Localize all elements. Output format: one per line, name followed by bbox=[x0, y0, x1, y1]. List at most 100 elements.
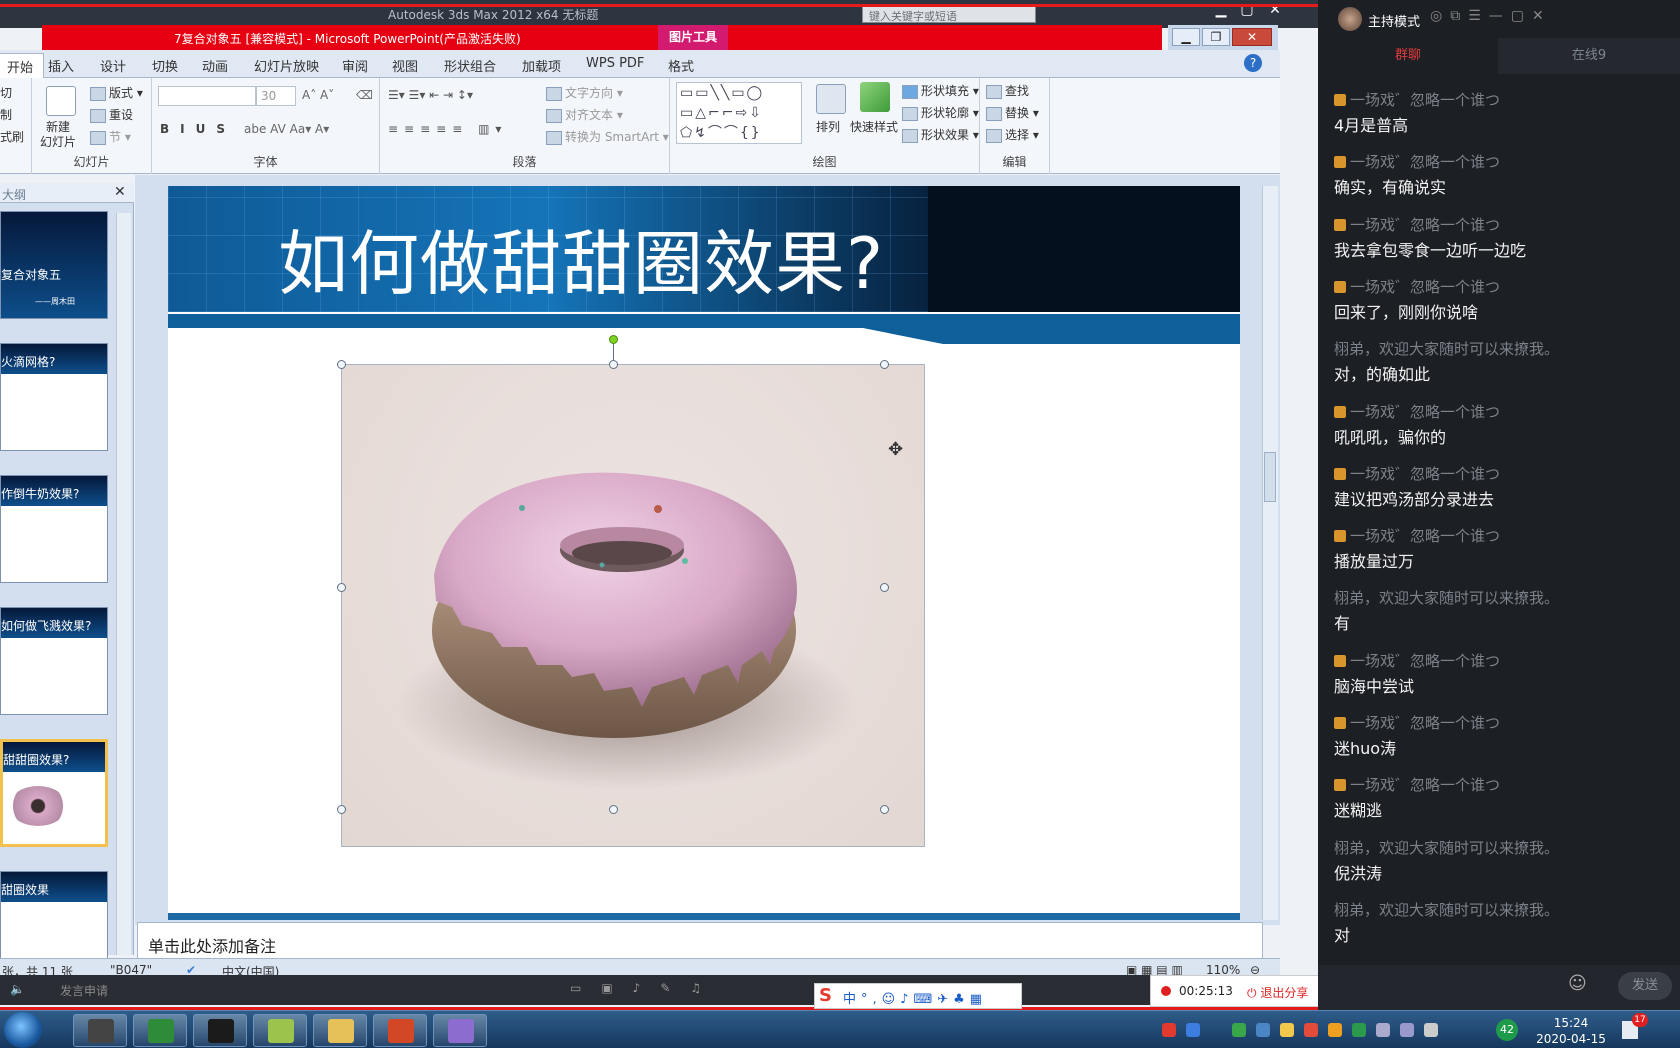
taskbar-excel[interactable] bbox=[133, 1014, 187, 1047]
tab-online[interactable]: 在线9 bbox=[1498, 38, 1680, 74]
align-text-button[interactable]: 对齐文本 ▾ bbox=[546, 106, 623, 123]
tray-network-icon[interactable] bbox=[1400, 1023, 1414, 1037]
tray-qq-icon[interactable] bbox=[1280, 1023, 1294, 1037]
replace-button[interactable]: 替换 ▾ bbox=[986, 104, 1039, 121]
tray-sogou-icon[interactable] bbox=[1162, 1023, 1176, 1037]
tab-3[interactable]: 切换 bbox=[152, 56, 178, 75]
taskbar-explorer[interactable] bbox=[313, 1014, 367, 1047]
taskbar-app[interactable] bbox=[73, 1014, 127, 1047]
resize-handle[interactable] bbox=[337, 805, 346, 814]
slide-scrollbar-thumb[interactable] bbox=[1264, 452, 1276, 502]
resize-handle[interactable] bbox=[337, 360, 346, 369]
exit-share-button[interactable]: ⏻ 退出分享 bbox=[1247, 984, 1308, 1001]
shape-effects-button[interactable]: 形状效果 ▾ bbox=[902, 126, 979, 143]
select-button[interactable]: 选择 ▾ bbox=[986, 126, 1039, 143]
new-slide-button[interactable]: 新建 幻灯片 bbox=[40, 120, 76, 150]
tab-10[interactable]: WPS PDF bbox=[586, 56, 644, 71]
slide-title[interactable]: 如何做甜甜圈效果? bbox=[278, 208, 884, 309]
taskbar-app[interactable] bbox=[253, 1014, 307, 1047]
notes-pane[interactable]: 单击此处添加备注 bbox=[137, 922, 1263, 962]
resize-handle[interactable] bbox=[609, 805, 618, 814]
ime-icons[interactable]: 中°,☺♪⌨✈♣▦ bbox=[843, 988, 987, 1007]
font-style-buttons[interactable]: BIUS bbox=[160, 122, 236, 136]
taskbar-app[interactable] bbox=[433, 1014, 487, 1047]
tab-0[interactable]: 开始 bbox=[0, 53, 45, 78]
quick-styles-icon[interactable] bbox=[860, 82, 890, 112]
tray-shield-icon[interactable] bbox=[1352, 1023, 1366, 1037]
3dsmax-search-input[interactable]: 键入关键字或短语 bbox=[862, 6, 1036, 23]
clock[interactable]: 15:24 2020-04-15 bbox=[1534, 1015, 1608, 1047]
alignment-icons[interactable]: ≡≡≡≡≡ ▥▾ bbox=[388, 122, 507, 136]
quick-styles-button[interactable]: 快速样式 bbox=[850, 118, 898, 135]
resize-handle[interactable] bbox=[609, 360, 618, 369]
resize-handle[interactable] bbox=[337, 583, 346, 592]
tray-icon[interactable] bbox=[1328, 1023, 1342, 1037]
tab-4[interactable]: 动画 bbox=[202, 56, 228, 75]
layout-button[interactable]: 版式 ▾ bbox=[90, 84, 143, 101]
minimize-icon[interactable]: ▁ bbox=[1208, 2, 1234, 22]
sogou-icon[interactable]: S bbox=[819, 985, 832, 1006]
donut-picture[interactable] bbox=[337, 335, 925, 847]
text-direction-button[interactable]: 文字方向 ▾ bbox=[546, 84, 623, 101]
reset-button[interactable]: 重设 bbox=[90, 106, 133, 123]
send-button[interactable]: 发送 bbox=[1618, 972, 1672, 1000]
slide-scrollbar[interactable] bbox=[1262, 186, 1278, 920]
taskbar-3dsmax[interactable] bbox=[193, 1014, 247, 1047]
font-effects-buttons[interactable]: abe AV Aa▾ A▾ bbox=[244, 122, 329, 136]
apply-speak-button[interactable]: 发言申请 bbox=[60, 982, 108, 999]
tray-icon[interactable] bbox=[1376, 1023, 1390, 1037]
tray-icon[interactable] bbox=[1304, 1023, 1318, 1037]
rotate-handle[interactable] bbox=[609, 335, 618, 344]
tool-icons[interactable]: ▭▣♪✎♫ bbox=[570, 981, 721, 995]
outline-tab[interactable]: 大纲 bbox=[2, 186, 26, 203]
tray-help-icon[interactable] bbox=[1186, 1023, 1200, 1037]
shape-fill-button[interactable]: 形状填充 ▾ bbox=[902, 82, 979, 99]
emoji-icon[interactable]: ☺ bbox=[1568, 973, 1587, 994]
convert-smartart-button[interactable]: 转换为 SmartArt ▾ bbox=[546, 128, 669, 145]
tray-counter[interactable]: 42 bbox=[1496, 1019, 1518, 1041]
ppt-minimize-icon[interactable]: ▁ bbox=[1172, 28, 1200, 46]
ime-toolbar[interactable]: S 中°,☺♪⌨✈♣▦ bbox=[814, 983, 1022, 1009]
section-button[interactable]: 节 ▾ bbox=[90, 128, 131, 145]
slide-thumbnail[interactable]: 如何做飞溅效果? bbox=[0, 607, 108, 715]
slide-thumbnail[interactable]: 复合对象五 ——周木田 bbox=[0, 211, 108, 319]
speaker-icon[interactable]: 🔈 bbox=[10, 982, 25, 996]
maximize-icon[interactable]: ▢ bbox=[1234, 2, 1260, 22]
arrange-button[interactable]: 排列 bbox=[816, 118, 840, 135]
new-slide-icon[interactable] bbox=[46, 86, 76, 116]
tray-icon[interactable] bbox=[1256, 1023, 1270, 1037]
header-icons[interactable]: ◎⧉☰—▢✕ bbox=[1430, 8, 1552, 24]
slide-thumbnail[interactable]: 火滴网格? bbox=[0, 343, 108, 451]
cut-button[interactable]: 切 bbox=[0, 84, 12, 101]
tray-icon[interactable] bbox=[1232, 1023, 1246, 1037]
font-name-select[interactable] bbox=[158, 86, 256, 106]
find-button[interactable]: 查找 bbox=[986, 82, 1029, 99]
format-painter-button[interactable]: 式刷 bbox=[0, 128, 24, 145]
tab-6[interactable]: 审阅 bbox=[342, 56, 368, 75]
tab-9[interactable]: 加载项 bbox=[522, 56, 561, 75]
close-panel-icon[interactable]: ✕ bbox=[114, 184, 126, 200]
arrange-icon[interactable] bbox=[816, 84, 846, 114]
tab-group-chat[interactable]: 群聊 bbox=[1318, 38, 1498, 74]
font-size-select[interactable]: 30 bbox=[256, 86, 296, 106]
shapes-gallery[interactable]: ▭▭╲╲▭◯ ▭△⌐⌐⇨⇩ ⬠↯⌒⌒{} bbox=[676, 82, 802, 144]
slide-thumbnail[interactable]: 作倒牛奶效果? bbox=[0, 475, 108, 583]
ppt-close-icon[interactable]: ✕ bbox=[1232, 28, 1272, 46]
bullets-icon[interactable]: ☰▾ ☰▾ ⇤ ⇥ ↕▾ bbox=[388, 88, 473, 102]
tray-volume-icon[interactable] bbox=[1424, 1023, 1438, 1037]
grow-font-icon[interactable]: A˄ A˅ bbox=[302, 88, 334, 102]
tab-8[interactable]: 形状组合 bbox=[444, 56, 496, 75]
clear-format-icon[interactable]: ⌫ bbox=[356, 88, 373, 102]
resize-handle[interactable] bbox=[880, 360, 889, 369]
copy-button[interactable]: 制 bbox=[0, 106, 12, 123]
slide-thumbnail[interactable]: 甜甜圈效果? bbox=[0, 739, 108, 847]
tab-7[interactable]: 视图 bbox=[392, 56, 418, 75]
ppt-restore-icon[interactable]: ❐ bbox=[1202, 28, 1230, 46]
tab-5[interactable]: 幻灯片放映 bbox=[254, 56, 319, 75]
avatar[interactable] bbox=[1338, 7, 1362, 31]
thumbnail-scrollbar[interactable] bbox=[116, 213, 131, 955]
help-icon[interactable]: ? bbox=[1244, 54, 1262, 72]
tab-1[interactable]: 插入 bbox=[48, 56, 74, 75]
tab-11[interactable]: 格式 bbox=[668, 56, 694, 75]
close-icon[interactable]: ✕ bbox=[1262, 2, 1288, 22]
